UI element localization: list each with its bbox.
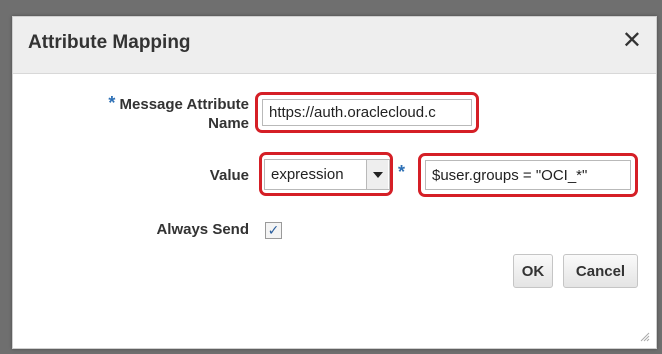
close-icon[interactable]: ✕ (622, 29, 642, 53)
dialog-title: Attribute Mapping (28, 32, 191, 53)
message-attribute-name-input[interactable]: https://auth.oraclecloud.c (262, 99, 472, 126)
required-star: * (108, 93, 116, 113)
label-line1: Message Attribute (119, 96, 249, 113)
expression-value: $user.groups = "OCI_*" (432, 166, 588, 184)
always-send-label: Always Send (156, 221, 249, 238)
message-attribute-name-value: https://auth.oraclecloud.c (269, 104, 436, 121)
resize-grip-icon[interactable] (640, 332, 650, 342)
value-type-selected: expression (271, 166, 344, 183)
dialog-header: Attribute Mapping ✕ (13, 17, 656, 74)
cancel-button[interactable]: Cancel (563, 254, 638, 288)
check-icon: ✓ (267, 222, 280, 238)
label-line2: Name (208, 115, 249, 132)
expression-input[interactable]: $user.groups = "OCI_*" (425, 160, 631, 190)
attribute-mapping-dialog: Attribute Mapping ✕ * Message Attribute … (12, 16, 657, 349)
ok-button[interactable]: OK (513, 254, 553, 288)
value-label: Value (209, 167, 249, 184)
always-send-checkbox[interactable]: ✓ (265, 222, 282, 239)
value-required-star: * (398, 162, 406, 182)
chevron-down-icon[interactable] (366, 160, 388, 189)
message-attribute-name-label: * Message Attribute Name (79, 94, 249, 133)
